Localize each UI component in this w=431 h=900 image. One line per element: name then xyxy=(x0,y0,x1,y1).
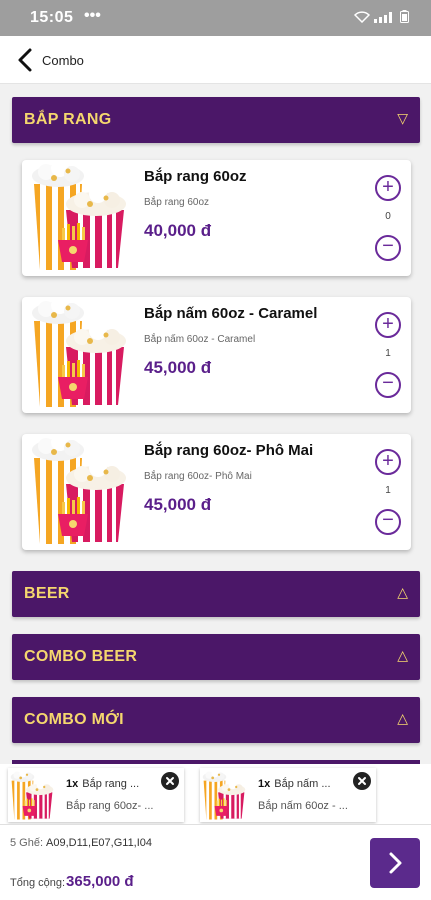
battery-icon xyxy=(400,10,409,23)
popcorn-image xyxy=(26,299,132,411)
popcorn-image xyxy=(26,162,132,274)
plus-icon[interactable]: + xyxy=(375,312,401,338)
category-bap-rang[interactable]: BẮP RANG ▽ xyxy=(12,97,420,143)
total-label: Tổng cộng: xyxy=(10,877,66,889)
expand-arrow-icon: △ xyxy=(397,647,408,663)
notification-dots: ••• xyxy=(84,7,101,24)
app-header: Combo xyxy=(0,36,431,84)
popcorn-image xyxy=(26,436,132,548)
cart-item-subtitle: Bắp nấm 60oz - ... xyxy=(258,800,348,812)
category-label: COMBO MỚI xyxy=(24,711,124,728)
expand-arrow-icon: △ xyxy=(397,710,408,726)
status-icons xyxy=(354,10,409,23)
total-value: 365,000 đ xyxy=(66,873,134,890)
cart-item-title: Bắp nấm ... xyxy=(274,778,331,790)
product-price: 45,000 đ xyxy=(144,495,212,514)
status-bar: 15:05 ••• xyxy=(0,0,431,36)
product-card: Bắp rang 60oz- Phô Mai Bắp rang 60oz- Ph… xyxy=(22,434,411,550)
category-label: BẮP RANG xyxy=(24,111,112,128)
close-icon[interactable] xyxy=(161,772,179,790)
product-description: Bắp rang 60oz xyxy=(144,197,210,208)
cart-item-qty: 1x xyxy=(66,778,79,790)
wifi-icon xyxy=(354,10,370,23)
minus-icon[interactable]: − xyxy=(375,509,401,535)
category-label: COMBO BEER xyxy=(24,648,138,665)
cart-item[interactable]: 1x Bắp rang ... Bắp rang 60oz- ... xyxy=(8,768,184,822)
product-card: Bắp rang 60oz Bắp rang 60oz 40,000 đ + 0… xyxy=(22,160,411,276)
cart-item[interactable]: 1x Bắp nấm ... Bắp nấm 60oz - ... xyxy=(200,768,376,822)
back-button[interactable] xyxy=(14,46,38,74)
quantity-value: 1 xyxy=(385,485,391,496)
product-card: Bắp nấm 60oz - Caramel Bắp nấm 60oz - Ca… xyxy=(22,297,411,413)
cart-item-qty: 1x xyxy=(258,778,271,790)
seats-info: 5 Ghế: A09,D11,E07,G11,I04 xyxy=(10,837,152,849)
category-beer[interactable]: BEER △ xyxy=(12,571,420,617)
collapse-arrow-icon: ▽ xyxy=(397,110,408,126)
chevron-right-icon xyxy=(389,852,402,874)
seats-value: A09,D11,E07,G11,I04 xyxy=(46,837,153,849)
seats-label: 5 Ghế: xyxy=(10,837,44,849)
combo-list[interactable]: BẮP RANG ▽ Bắp rang 60oz Bắp rang 60oz 4… xyxy=(0,84,431,764)
plus-icon[interactable]: + xyxy=(375,449,401,475)
product-price: 45,000 đ xyxy=(144,358,212,377)
product-description: Bắp nấm 60oz - Caramel xyxy=(144,334,256,345)
product-name: Bắp rang 60oz xyxy=(144,168,247,185)
product-description: Bắp rang 60oz- Phô Mai xyxy=(144,471,252,482)
status-time: 15:05 xyxy=(30,9,74,26)
signal-icon xyxy=(374,11,396,23)
minus-icon[interactable]: − xyxy=(375,235,401,261)
plus-icon[interactable]: + xyxy=(375,175,401,201)
cart-item-title: Bắp rang ... xyxy=(82,778,140,790)
quantity-value: 0 xyxy=(385,211,391,222)
cart-item-subtitle: Bắp rang 60oz- ... xyxy=(66,800,154,812)
popcorn-image xyxy=(8,770,56,822)
popcorn-image xyxy=(200,770,248,822)
product-name: Bắp nấm 60oz - Caramel xyxy=(144,305,318,322)
category-combo-moi[interactable]: COMBO MỚI △ xyxy=(12,697,420,743)
product-price: 40,000 đ xyxy=(144,221,212,240)
minus-icon[interactable]: − xyxy=(375,372,401,398)
product-name: Bắp rang 60oz- Phô Mai xyxy=(144,442,314,459)
order-summary: 5 Ghế: A09,D11,E07,G11,I04 Tổng cộng:365,… xyxy=(0,824,431,900)
cart-strip[interactable]: 1x Bắp rang ... Bắp rang 60oz- ... 1x Bắp … xyxy=(0,764,431,824)
category-label: BEER xyxy=(24,585,70,602)
close-icon[interactable] xyxy=(353,772,371,790)
back-arrow-icon xyxy=(18,48,32,72)
expand-arrow-icon: △ xyxy=(397,584,408,600)
quantity-value: 1 xyxy=(385,348,391,359)
page-title: Combo xyxy=(42,53,84,68)
category-combo-beer[interactable]: COMBO BEER △ xyxy=(12,634,420,680)
total-info: Tổng cộng:365,000 đ xyxy=(10,873,134,890)
next-button[interactable] xyxy=(370,838,420,888)
